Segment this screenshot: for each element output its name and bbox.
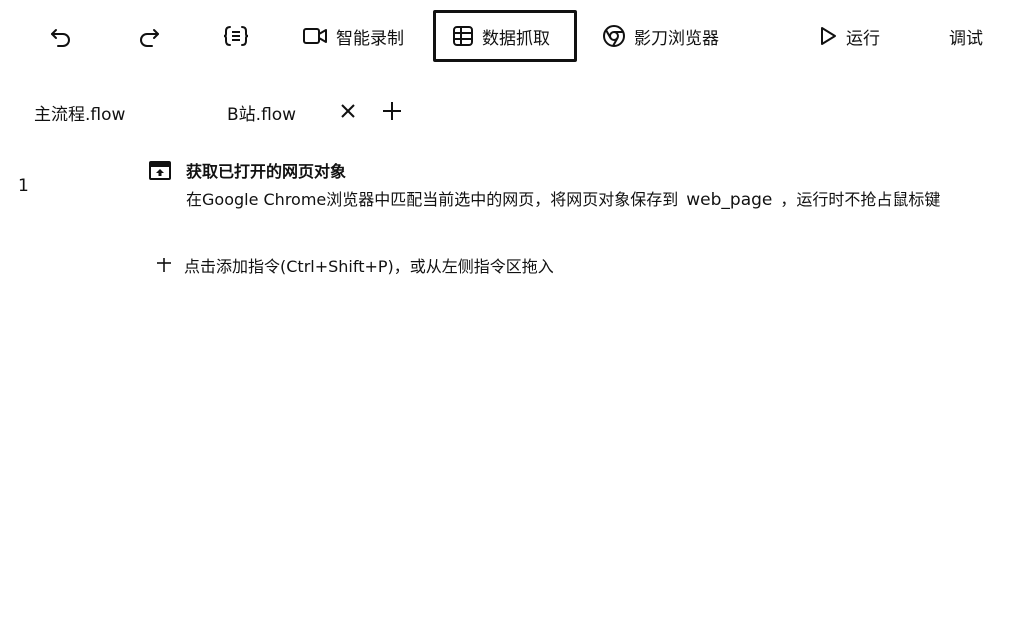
table-icon xyxy=(453,26,473,46)
debug-button[interactable]: 调试 xyxy=(949,10,983,62)
run-label: 运行 xyxy=(846,28,880,49)
flow-tabs: 主流程.flow B站.flow xyxy=(0,92,1015,132)
undo-button[interactable] xyxy=(48,10,74,62)
line-number: 1 xyxy=(18,176,29,196)
redo-icon xyxy=(140,29,159,47)
close-icon xyxy=(341,104,355,118)
plus-icon xyxy=(383,102,401,120)
tab-label: B站.flow xyxy=(227,105,297,125)
add-tab-button[interactable] xyxy=(381,100,403,126)
chrome-icon xyxy=(603,25,625,47)
add-command-hint[interactable]: 点击添加指令(Ctrl+Shift+P)，或从左侧指令区拖入 xyxy=(156,253,554,277)
command-desc-suffix: ，运行时不抢占鼠标键 xyxy=(780,190,941,209)
video-camera-icon xyxy=(303,28,327,44)
tab-label: 主流程.flow xyxy=(34,105,126,125)
tab-bilibili-flow[interactable]: B站.flow xyxy=(227,100,296,125)
command-variable[interactable]: web_page xyxy=(686,190,772,210)
add-command-label: 点击添加指令(Ctrl+Shift+P)，或从左侧指令区拖入 xyxy=(184,257,554,276)
tab-main-flow[interactable]: 主流程.flow xyxy=(34,100,125,125)
command-title: 获取已打开的网页对象 xyxy=(186,162,347,181)
data-scrape-button[interactable]: 数据抓取 xyxy=(433,10,577,62)
data-scrape-label: 数据抓取 xyxy=(482,28,550,49)
braces-icon xyxy=(223,26,249,46)
run-button[interactable]: 运行 xyxy=(818,10,880,62)
variables-button[interactable] xyxy=(222,10,250,62)
browser-window-icon xyxy=(148,160,172,186)
redo-button[interactable] xyxy=(136,10,162,62)
smart-record-label: 智能录制 xyxy=(336,28,404,49)
plus-icon xyxy=(157,258,171,272)
debug-label: 调试 xyxy=(949,28,983,49)
command-desc-prefix: 在Google Chrome浏览器中匹配当前选中的网页，将网页对象保存到 xyxy=(186,190,679,209)
tab-close-button[interactable] xyxy=(339,102,357,124)
undo-icon xyxy=(51,29,70,47)
shadowbot-browser-label: 影刀浏览器 xyxy=(634,28,719,49)
play-icon xyxy=(821,27,836,45)
shadowbot-browser-button[interactable]: 影刀浏览器 xyxy=(602,10,719,62)
toolbar: 智能录制 数据抓取 影刀浏览器 运行 调试 xyxy=(0,0,1015,72)
command-description: 在Google Chrome浏览器中匹配当前选中的网页，将网页对象保存到 web_… xyxy=(186,186,940,210)
smart-record-button[interactable]: 智能录制 xyxy=(302,10,404,62)
